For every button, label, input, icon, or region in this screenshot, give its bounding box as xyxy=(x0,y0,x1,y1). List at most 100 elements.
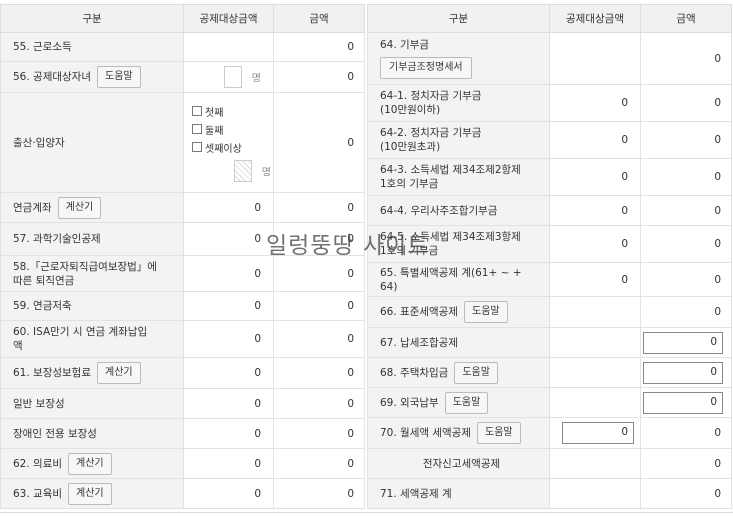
unit-label: 명 xyxy=(251,73,261,85)
tax-union-credit-input[interactable]: 0 xyxy=(643,331,723,354)
row-70: 70. 월세액 세액공제 도움말 0 0 xyxy=(367,417,732,449)
housing-loan-input[interactable]: 0 xyxy=(643,361,723,384)
row-label: 일반 보장성 xyxy=(0,388,184,419)
amount-cell: 0 xyxy=(273,418,365,449)
deductible-cell xyxy=(549,327,641,358)
amount-cell: 0 xyxy=(640,225,732,263)
row-68: 68. 주택차입금 도움말 0 xyxy=(367,357,732,388)
right-credit-table: 구분 공제대상금액 금액 64. 기부금 기부금조정명세서 0 64-1. 정치… xyxy=(367,4,732,509)
row-label-cell: 64-5. 소득세법 제34조제3항제 1호의 기부금 xyxy=(367,225,550,263)
row-64: 64. 기부금 기부금조정명세서 0 xyxy=(367,32,732,85)
row-label: 70. 월세액 세액공제 xyxy=(380,427,471,439)
row-label: 63. 교육비 xyxy=(13,487,63,500)
header-deductible: 공제대상금액 xyxy=(549,4,641,33)
row-label-cell: 63. 교육비 계산기 xyxy=(0,478,184,509)
row-label: 71. 세액공제 계 xyxy=(367,478,550,509)
deductible-cell: 0 xyxy=(549,121,641,159)
option-first[interactable]: 첫째 xyxy=(184,104,273,119)
amount-cell: 0 xyxy=(273,388,365,419)
row-label: 59. 연금저축 xyxy=(0,291,184,321)
row-label-cell: 60. ISA만기 시 연금 계좌납입 액 xyxy=(0,320,184,358)
row-label-cell: 연금계좌 계산기 xyxy=(0,192,184,223)
deductible-cell xyxy=(183,32,274,62)
calculator-button[interactable]: 계산기 xyxy=(68,482,112,505)
checkbox[interactable] xyxy=(192,142,202,152)
option-second[interactable]: 둘째 xyxy=(184,122,273,137)
birth-count-input[interactable] xyxy=(233,159,252,182)
row-label: 55. 근로소득 xyxy=(0,32,184,62)
amount-cell: 0 xyxy=(273,192,365,223)
amount-cell: 0 xyxy=(273,222,365,256)
row-label-cell: 64-2. 정치자금 기부금 (10만원초과) xyxy=(367,121,550,159)
calculator-button[interactable]: 계산기 xyxy=(97,362,141,384)
header-amount: 금액 xyxy=(640,4,732,33)
row-56: 56. 공제대상자녀 도움말 명 0 xyxy=(0,61,365,93)
deductible-cell: 0 xyxy=(183,222,274,256)
row-71: 71. 세액공제 계 0 xyxy=(367,478,732,509)
row-label-line2: 따른 퇴직연금 xyxy=(13,274,75,287)
checkbox[interactable] xyxy=(192,124,202,134)
amount-cell: 0 xyxy=(273,320,365,358)
row-label: 68. 주택차입금 xyxy=(380,366,449,379)
calculator-button[interactable]: 계산기 xyxy=(68,452,112,475)
row-label: 57. 과학기술인공제 xyxy=(0,222,184,256)
row-label-cell: 58.「근로자퇴직급여보장법」에 따른 퇴직연금 xyxy=(0,255,184,292)
row-label-cell: 64. 기부금 기부금조정명세서 xyxy=(367,32,550,85)
tax-credit-form: 구분 공제대상금액 금액 55. 근로소득 0 56. 공제대상자녀 도움말 명 … xyxy=(0,0,733,516)
deductible-cell xyxy=(549,32,641,85)
option-third-plus[interactable]: 셋째이상 xyxy=(184,140,273,155)
deductible-cell: 0 xyxy=(183,255,274,292)
amount-cell: 0 xyxy=(640,387,732,418)
row-66: 66. 표준세액공제 도움말 0 xyxy=(367,296,732,328)
child-count-input[interactable] xyxy=(223,66,242,88)
amount-cell: 0 xyxy=(640,417,732,449)
birth-options-cell: 첫째 둘째 셋째이상 명 xyxy=(183,92,274,193)
header-category: 구분 xyxy=(0,4,184,33)
amount-cell: 0 xyxy=(640,195,732,226)
left-header-row: 구분 공제대상금액 금액 xyxy=(0,4,365,33)
birth-count-field: 명 xyxy=(184,159,273,182)
deductible-cell: 0 xyxy=(549,417,641,449)
deductible-cell: 0 xyxy=(549,84,641,122)
row-pension-account: 연금계좌 계산기 0 0 xyxy=(0,192,365,223)
deductible-cell: 0 xyxy=(549,195,641,226)
amount-cell: 0 xyxy=(640,32,732,85)
row-label-line2: 1호의 기부금 xyxy=(380,245,439,257)
row-label: 64. 기부금 xyxy=(380,39,430,51)
deductible-cell xyxy=(549,296,641,328)
deductible-cell xyxy=(549,387,641,418)
deductible-cell: 0 xyxy=(183,192,274,223)
help-button[interactable]: 도움말 xyxy=(444,391,489,414)
row-label-cell: 61. 보장성보험료 계산기 xyxy=(0,357,184,389)
row-label-line1: 64-3. 소득세법 제34조제2항제 xyxy=(380,164,521,176)
row-label-cell: 64-3. 소득세법 제34조제2항제 1호의 기부금 xyxy=(367,158,550,196)
amount-cell: 0 xyxy=(273,448,365,479)
deductible-cell: 0 xyxy=(183,388,274,419)
row-label-line1: 58.「근로자퇴직급여보장법」에 xyxy=(13,260,157,273)
row-69: 69. 외국납부 도움말 0 xyxy=(367,387,732,418)
help-button[interactable]: 도움말 xyxy=(97,66,141,88)
row-label: 전자신고세액공제 xyxy=(367,448,550,479)
row-general-insurance: 일반 보장성 0 0 xyxy=(0,388,365,419)
row-label-line1: 64-5. 소득세법 제34조제3항제 xyxy=(380,231,521,243)
foreign-tax-input[interactable]: 0 xyxy=(643,391,723,414)
help-button[interactable]: 도움말 xyxy=(477,422,521,444)
row-label-line1: 64-1. 정치자금 기부금 xyxy=(380,90,482,102)
monthly-rent-input[interactable]: 0 xyxy=(562,422,634,444)
help-button[interactable]: 도움말 xyxy=(464,301,508,323)
amount-cell: 0 xyxy=(640,158,732,196)
deductible-cell: 0 xyxy=(183,320,274,358)
row-label: 66. 표준세액공제 xyxy=(380,306,458,318)
row-60: 60. ISA만기 시 연금 계좌납입 액 0 0 xyxy=(0,320,365,358)
calculator-button[interactable]: 계산기 xyxy=(57,196,102,219)
help-button[interactable]: 도움말 xyxy=(454,361,498,384)
row-label: 56. 공제대상자녀 xyxy=(13,71,91,83)
row-label-cell: 56. 공제대상자녀 도움말 xyxy=(0,61,184,93)
deductible-cell: 0 xyxy=(183,478,274,509)
deductible-cell: 0 xyxy=(183,448,274,479)
checkbox[interactable] xyxy=(192,106,202,116)
bottom-divider xyxy=(0,512,733,513)
amount-cell: 0 xyxy=(273,357,365,389)
donation-statement-button[interactable]: 기부금조정명세서 xyxy=(380,57,472,79)
row-label-cell: 62. 의료비 계산기 xyxy=(0,448,184,479)
